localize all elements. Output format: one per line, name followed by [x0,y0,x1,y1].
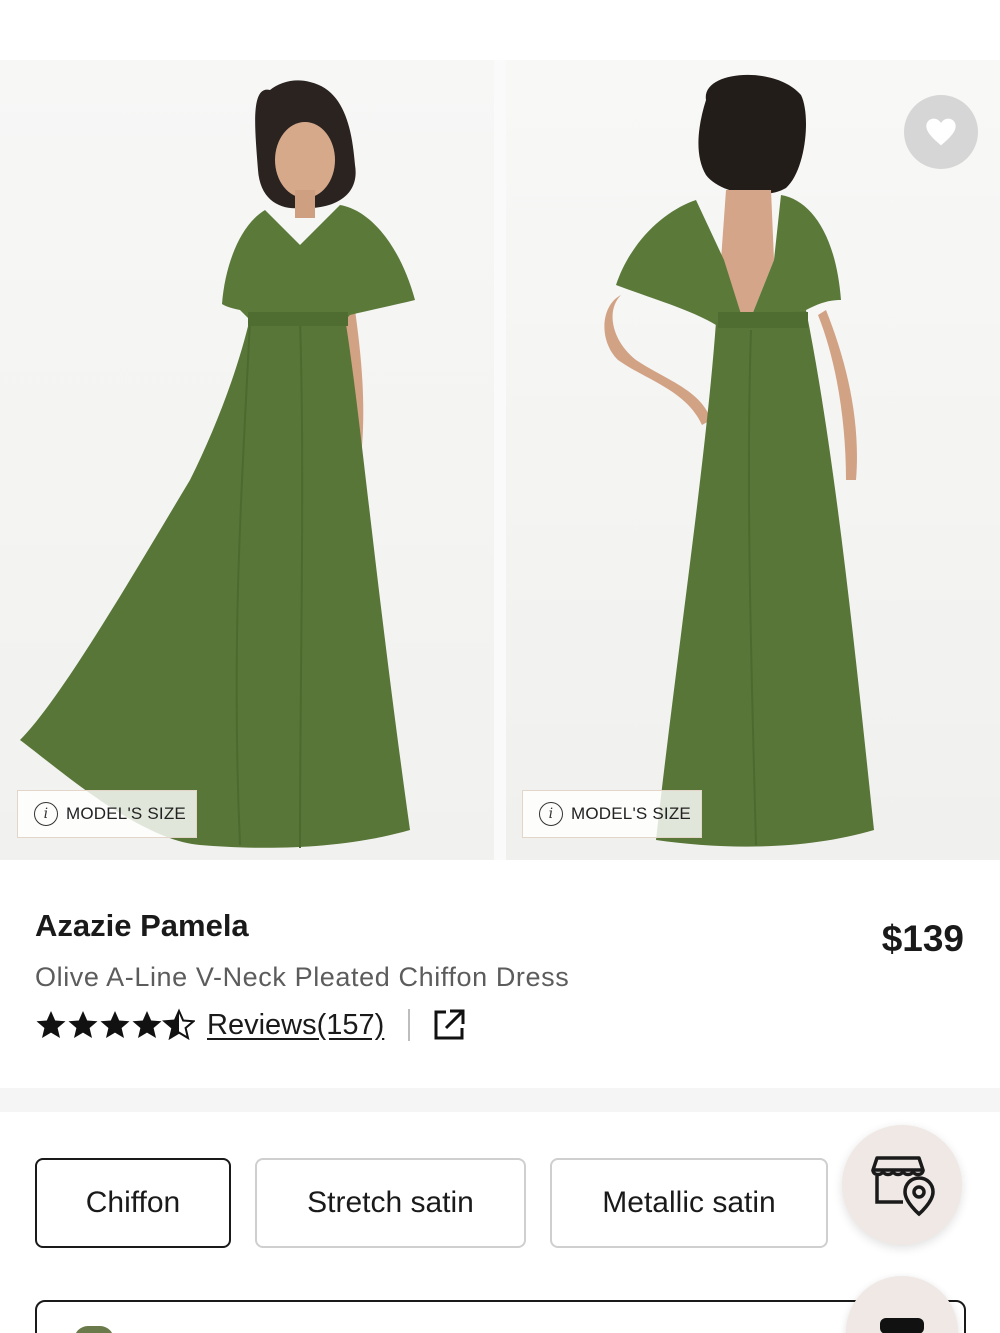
bottom-option-card[interactable] [35,1300,966,1333]
divider [408,1009,411,1041]
model-size-button[interactable]: i MODEL'S SIZE [17,790,197,838]
model-size-button[interactable]: i MODEL'S SIZE [522,790,702,838]
info-icon: i [34,802,58,826]
product-brand: Azazie Pamela [35,908,249,943]
chat-button[interactable] [846,1276,958,1333]
product-gallery[interactable]: i MODEL'S SIZE i MODEL'S SIZE [0,60,1000,860]
chat-icon [880,1318,924,1333]
model-size-label: MODEL'S SIZE [571,804,691,823]
product-photo-back[interactable]: i MODEL'S SIZE [506,60,1000,860]
reviews-link[interactable]: Reviews(157) [207,1009,384,1042]
fabric-option-stretch-satin[interactable]: Stretch satin [255,1158,526,1248]
dress-front-illustration [20,80,415,849]
fabric-option-chiffon[interactable]: Chiffon [35,1158,231,1248]
info-icon: i [539,802,563,826]
model-size-label: MODEL'S SIZE [66,804,186,823]
dress-back-illustration [604,74,874,847]
star-rating-icon [36,1010,195,1039]
favorite-button[interactable] [904,95,978,169]
heart-icon [926,118,956,146]
rating-row: Reviews(157) [35,1005,466,1045]
store-locator-button[interactable] [842,1125,962,1245]
product-photo-front[interactable]: i MODEL'S SIZE [0,60,494,860]
external-link-icon[interactable] [432,1008,466,1042]
store-location-icon [871,1156,935,1217]
rating-stars [35,1008,195,1042]
fabric-option-metallic-satin[interactable]: Metallic satin [550,1158,828,1248]
product-price: $139 [881,918,964,959]
section-divider [0,1088,1000,1112]
product-title: Olive A-Line V-Neck Pleated Chiffon Dres… [35,962,570,992]
